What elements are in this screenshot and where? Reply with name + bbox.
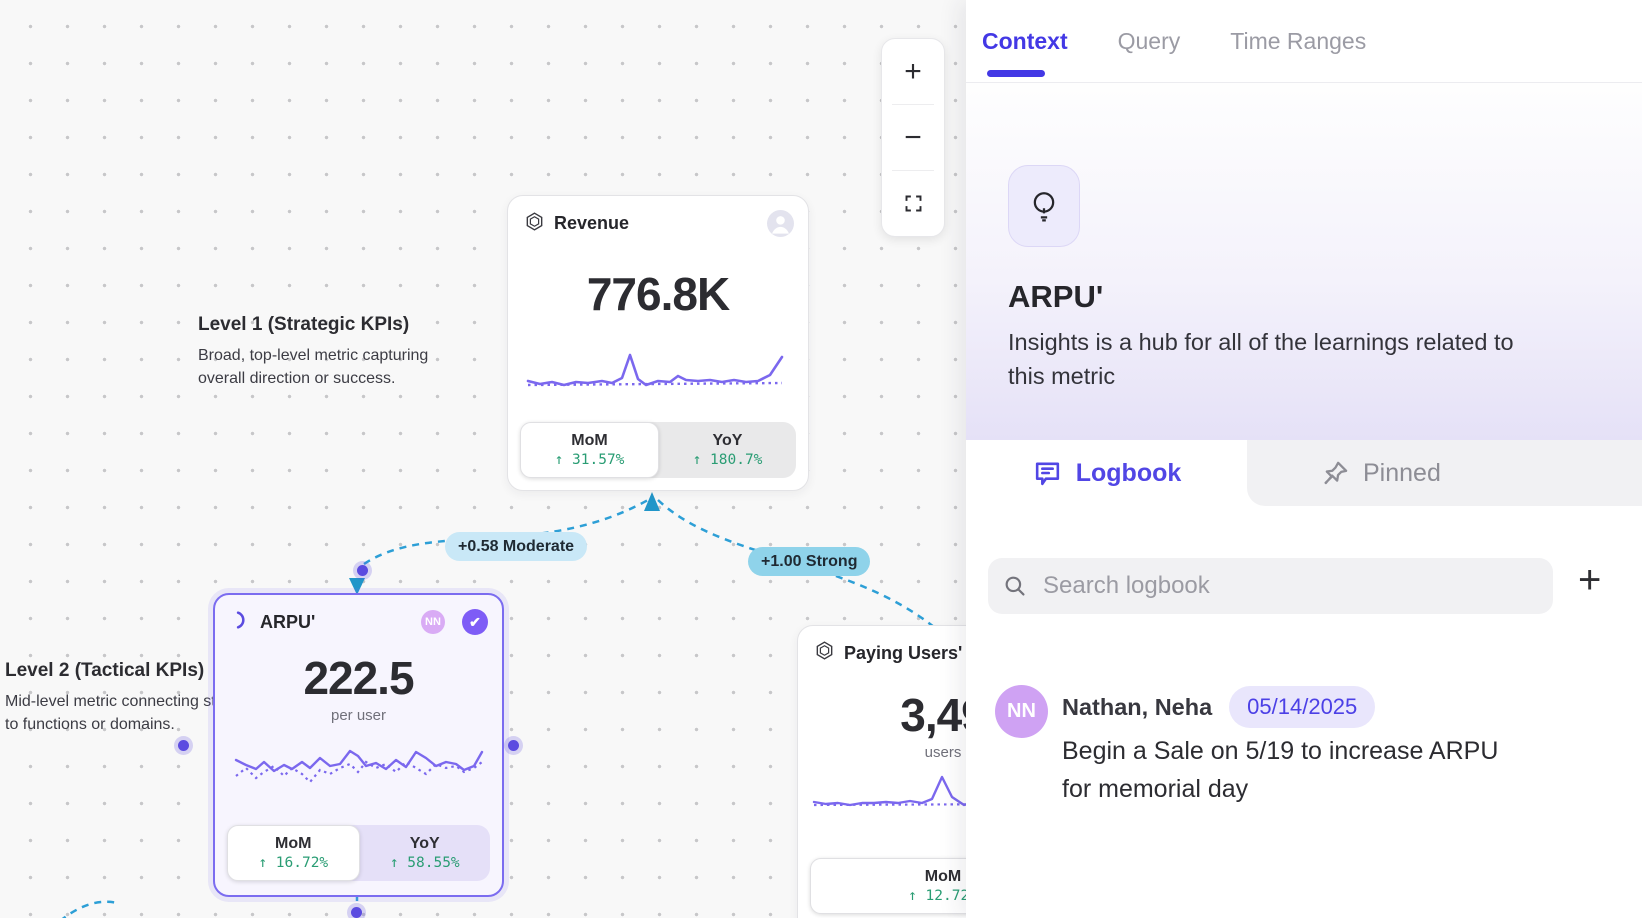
yoy-label: YoY [410, 835, 440, 853]
app-window: Level 1 (Strategic KPIs) Broad, top-leve… [0, 0, 1642, 918]
period-toggle: MoM ↑ 16.72% YoY ↑ 58.55% [227, 825, 490, 881]
zoom-in-button[interactable]: + [882, 39, 944, 104]
entry-date-badge[interactable]: 05/14/2025 [1229, 686, 1375, 728]
tab-time-ranges[interactable]: Time Ranges [1230, 28, 1366, 55]
add-logbook-entry-button[interactable]: + [1578, 560, 1601, 600]
mom-toggle[interactable]: MoM ↑ 31.57% [520, 422, 659, 478]
node-title: Revenue [554, 213, 629, 234]
collaborator-avatar: NN [421, 610, 445, 634]
level1-description: Broad, top-level metric capturing overal… [198, 345, 438, 390]
tab-pinned[interactable]: Pinned [1247, 440, 1642, 506]
node-value: 776.8K [508, 267, 808, 321]
mom-label: MoM [571, 432, 607, 450]
metric-title: ARPU' [1008, 279, 1103, 315]
lightbulb-icon [1026, 188, 1062, 224]
yoy-label: YoY [713, 432, 743, 450]
tab-query[interactable]: Query [1118, 28, 1181, 55]
annotation-level1: Level 1 (Strategic KPIs) Broad, top-leve… [198, 314, 438, 390]
node-revenue[interactable]: Revenue 776.8K MoM ↑ 31.57% YoY ↑ 180.7% [507, 195, 809, 491]
sparkline-paying-users [810, 769, 968, 817]
metric-description: Insights is a hub for all of the learnin… [1008, 325, 1553, 393]
node-value: 3,49 [798, 688, 968, 742]
search-icon [1002, 573, 1028, 599]
logbook-icon [1032, 458, 1063, 489]
node-paying-users[interactable]: Paying Users' 3,49 users MoM ↑ 12.72% [797, 625, 968, 918]
context-panel: Context Query Time Ranges ARPU' Insights… [966, 0, 1642, 918]
mom-value: ↑ 31.57% [555, 452, 625, 468]
metric-tree-canvas[interactable]: Level 1 (Strategic KPIs) Broad, top-leve… [0, 0, 968, 918]
yoy-toggle[interactable]: YoY ↑ 180.7% [659, 422, 796, 478]
tab-logbook-label: Logbook [1076, 459, 1182, 488]
node-title: ARPU' [260, 612, 315, 633]
correlation-label-strong[interactable]: +1.00 Strong [748, 547, 870, 576]
node-unit: users [798, 744, 968, 761]
mom-toggle[interactable]: MoM ↑ 16.72% [227, 825, 360, 881]
yoy-value: ↑ 58.55% [390, 855, 460, 871]
fit-view-button[interactable] [882, 171, 944, 236]
correlation-label-moderate[interactable]: +0.58 Moderate [445, 532, 587, 561]
yoy-toggle[interactable]: YoY ↑ 58.55% [360, 825, 491, 881]
node-arpu[interactable]: ARPU' NN ✔ 222.5 per user MoM ↑ 16.72% Y… [213, 593, 504, 897]
metric-hexagon-icon [524, 211, 545, 237]
node-value: 222.5 [215, 651, 502, 705]
pin-icon [1321, 459, 1350, 488]
entry-author: Nathan, Neha [1062, 694, 1212, 721]
metric-hexagon-icon [814, 640, 835, 666]
metric-hero-section: ARPU' Insights is a hub for all of the l… [966, 83, 1642, 440]
fullscreen-icon [903, 193, 924, 214]
arpu-right-handle[interactable] [508, 740, 519, 751]
insight-bulb-badge [1008, 165, 1080, 247]
node-title: Paying Users' [844, 643, 962, 664]
level1-title: Level 1 (Strategic KPIs) [198, 314, 438, 336]
canvas-zoom-toolbar: + − [881, 38, 945, 237]
owner-avatar-icon [767, 210, 794, 237]
arpu-left-handle[interactable] [178, 740, 189, 751]
verified-badge-icon: ✔ [462, 609, 488, 635]
zoom-out-button[interactable]: − [882, 105, 944, 170]
logbook-search[interactable] [988, 558, 1553, 614]
entry-avatar: NN [995, 685, 1048, 738]
sparkline-revenue [526, 345, 790, 397]
arpu-top-handle[interactable] [357, 565, 368, 576]
edge-offscreen [60, 902, 118, 918]
yoy-value: ↑ 180.7% [693, 452, 763, 468]
mom-label: MoM [275, 835, 311, 853]
search-input[interactable] [1041, 571, 1539, 601]
active-tab-underline [987, 70, 1045, 77]
panel-tab-bar: Context Query Time Ranges [966, 0, 1642, 83]
entry-message: Begin a Sale on 5/19 to increase ARPU fo… [1062, 732, 1532, 808]
entry-header: Nathan, Neha 05/14/2025 [1062, 684, 1375, 730]
mom-value: ↑ 16.72% [258, 855, 328, 871]
mom-toggle[interactable]: MoM ↑ 12.72% [810, 858, 968, 914]
period-toggle: MoM ↑ 12.72% [810, 858, 968, 914]
mom-value: ↑ 12.72% [908, 888, 968, 904]
period-toggle: MoM ↑ 31.57% YoY ↑ 180.7% [520, 422, 796, 478]
mom-label: MoM [925, 868, 961, 886]
arpu-bottom-handle[interactable] [351, 907, 362, 918]
tab-context-label: Context [982, 28, 1068, 54]
logbook-tab-bar: Logbook Pinned [966, 440, 1642, 506]
crescent-icon [231, 610, 251, 635]
sparkline-arpu [234, 738, 484, 796]
node-unit: per user [215, 707, 502, 724]
tab-context[interactable]: Context [982, 28, 1068, 55]
tab-logbook[interactable]: Logbook [966, 440, 1247, 506]
tab-pinned-label: Pinned [1363, 459, 1441, 488]
